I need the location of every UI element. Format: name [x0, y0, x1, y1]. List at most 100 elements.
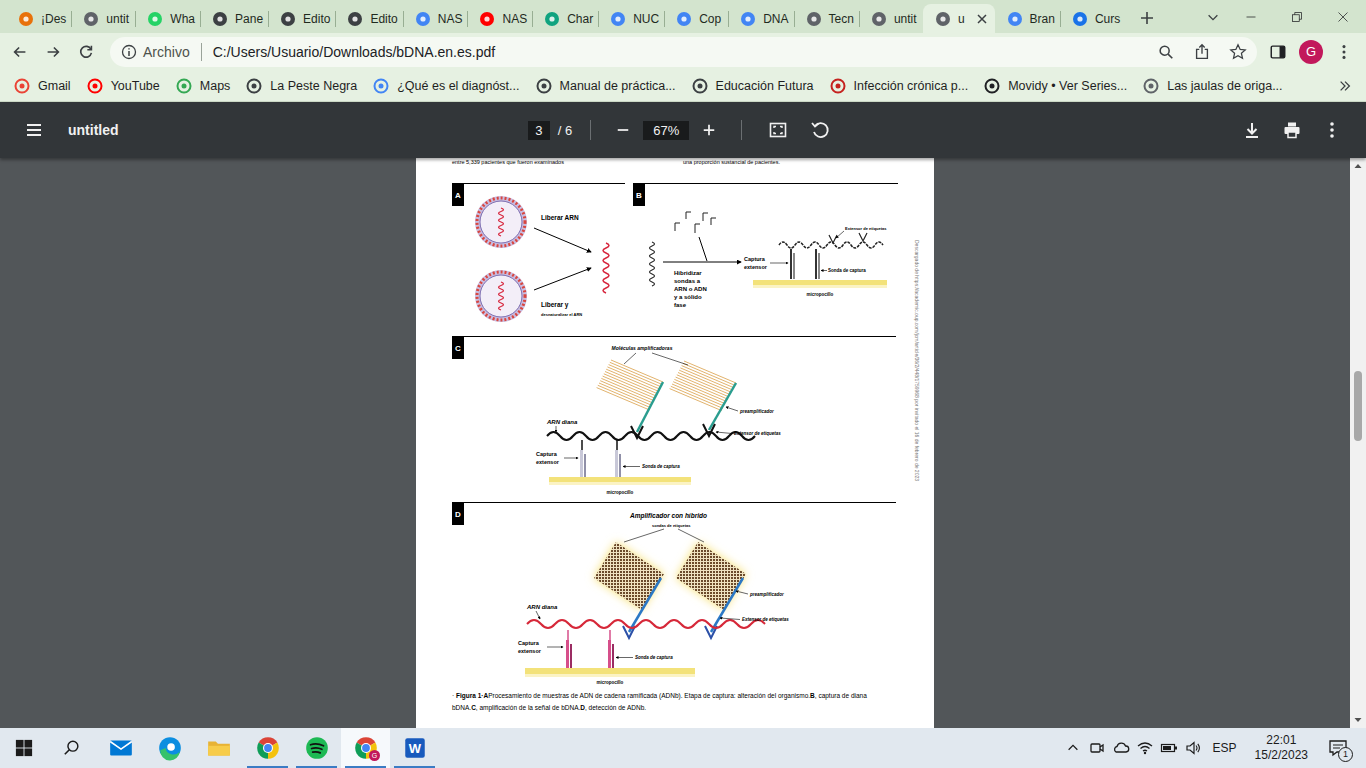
- zoom-out-button[interactable]: [609, 116, 637, 144]
- taskbar-app[interactable]: [292, 728, 341, 768]
- bookmark[interactable]: Educación Futura: [684, 74, 822, 98]
- favicon-icon: [147, 11, 163, 27]
- amplifier-strand: [673, 382, 725, 404]
- more-actions-button[interactable]: [1314, 112, 1350, 148]
- document-title: untitled: [68, 122, 119, 138]
- input-language[interactable]: ESP: [1205, 741, 1247, 755]
- browser-tab[interactable]: u: [923, 4, 995, 33]
- tab-label: NAS: [502, 12, 527, 26]
- browser-tab[interactable]: Pane: [200, 4, 268, 33]
- reload-button[interactable]: [70, 36, 102, 68]
- sidebar-toggle-button[interactable]: [16, 112, 52, 148]
- address-bar[interactable]: Archivo C:/Users/Usuario/Downloads/bDNA.…: [110, 37, 1257, 67]
- start-button[interactable]: [0, 728, 48, 768]
- close-icon[interactable]: [974, 11, 990, 27]
- browser-tab[interactable]: ¡Des: [6, 4, 71, 33]
- tab-search-button[interactable]: [1198, 2, 1228, 32]
- target-rna: [527, 620, 765, 628]
- amplifier-strand: [605, 372, 657, 394]
- capture-extender: [581, 440, 583, 450]
- bookmark[interactable]: La Peste Negra: [238, 74, 365, 98]
- url-text[interactable]: C:/Users/Usuario/Downloads/bDNA.en.es.pd…: [213, 44, 1145, 60]
- taskbar-app[interactable]: G: [341, 728, 390, 768]
- browser-tab[interactable]: NAS: [403, 4, 468, 33]
- tab-label: untit: [894, 12, 917, 26]
- favicon-icon: [935, 11, 951, 27]
- restore-button[interactable]: [1274, 0, 1320, 33]
- bookmark[interactable]: Gmail: [6, 74, 79, 98]
- network-button[interactable]: [1133, 728, 1157, 768]
- probe: [711, 218, 716, 225]
- bookmark[interactable]: Movidy • Ver Series...: [976, 74, 1135, 98]
- taskbar-app[interactable]: W: [390, 728, 439, 768]
- browser-tab[interactable]: Cop: [664, 4, 728, 33]
- bookmark[interactable]: Maps: [168, 74, 239, 98]
- bookmark-star-button[interactable]: [1223, 38, 1253, 66]
- side-panel-button[interactable]: [1262, 36, 1294, 68]
- capture-probe: [612, 644, 614, 668]
- browser-tab[interactable]: Wha: [135, 4, 200, 33]
- favicon-icon: [740, 11, 756, 27]
- browser-tab[interactable]: NUC: [598, 4, 664, 33]
- action-center-button[interactable]: 1: [1320, 728, 1356, 768]
- page-number-input[interactable]: 3: [528, 121, 550, 140]
- browser-tab[interactable]: Bran: [995, 4, 1060, 33]
- print-button[interactable]: [1274, 112, 1310, 148]
- browser-tab[interactable]: Char: [532, 4, 598, 33]
- step-label: ARN o ADN: [674, 286, 707, 292]
- taskbar-app[interactable]: [96, 728, 145, 768]
- browser-tab[interactable]: untit: [859, 4, 923, 33]
- browser-tab[interactable]: untit: [71, 4, 135, 33]
- onedrive-button[interactable]: [1109, 728, 1133, 768]
- browser-tab[interactable]: Curs: [1060, 4, 1125, 33]
- scrollbar[interactable]: [1350, 158, 1366, 728]
- taskbar-app[interactable]: [243, 728, 292, 768]
- browser-tab[interactable]: NAS: [467, 4, 532, 33]
- more-bookmarks-button[interactable]: [1332, 73, 1358, 99]
- profile-button[interactable]: G: [1295, 36, 1327, 68]
- label-probes-label: sondas de etiquetas: [652, 523, 691, 528]
- download-button[interactable]: [1234, 112, 1270, 148]
- rotate-button[interactable]: [802, 112, 838, 148]
- taskbar-app[interactable]: [194, 728, 243, 768]
- bookmark[interactable]: ¿Qué es el diagnóst...: [365, 74, 527, 98]
- clock-date: 15/2/2023: [1255, 748, 1308, 763]
- close-window-button[interactable]: [1320, 0, 1366, 33]
- new-tab-button[interactable]: [1133, 4, 1161, 32]
- minimize-button[interactable]: [1228, 0, 1274, 33]
- bookmark-label: Educación Futura: [716, 79, 814, 93]
- scroll-thumb[interactable]: [1354, 371, 1362, 441]
- tab-label: Curs: [1095, 12, 1120, 26]
- bookmark[interactable]: Las jaulas de origa...: [1135, 74, 1290, 98]
- bookmark[interactable]: Manual de práctica...: [528, 74, 684, 98]
- bookmark[interactable]: Infección crónica p...: [822, 74, 977, 98]
- volume-button[interactable]: [1181, 728, 1205, 768]
- zoom-level-input[interactable]: 67%: [643, 121, 689, 140]
- meet-now-button[interactable]: [1085, 728, 1109, 768]
- browser-tab[interactable]: Edito: [335, 4, 402, 33]
- battery-button[interactable]: [1157, 728, 1181, 768]
- bookmark[interactable]: YouTube: [79, 74, 168, 98]
- search-button[interactable]: [48, 728, 96, 768]
- browser-tab[interactable]: Edito: [268, 4, 335, 33]
- fit-page-button[interactable]: [760, 112, 796, 148]
- chrome-icon: [255, 735, 281, 761]
- show-hidden-icons-button[interactable]: [1061, 728, 1085, 768]
- menu-button[interactable]: [1328, 36, 1360, 68]
- scroll-down-icon[interactable]: [1350, 712, 1366, 728]
- scroll-track[interactable]: [1350, 174, 1366, 712]
- scroll-up-icon[interactable]: [1350, 158, 1366, 174]
- forward-button[interactable]: [37, 36, 69, 68]
- share-button[interactable]: [1187, 38, 1217, 66]
- browser-tab[interactable]: Tecn: [794, 4, 859, 33]
- microwell-label: micropocillo: [597, 680, 624, 685]
- find-button[interactable]: [1151, 38, 1181, 66]
- capture-extender: [818, 253, 820, 279]
- browser-tab[interactable]: DNA: [728, 4, 793, 33]
- tab-label: Char: [567, 12, 593, 26]
- back-button[interactable]: [4, 36, 36, 68]
- info-icon[interactable]: [121, 44, 137, 60]
- clock[interactable]: 22:01 15/2/2023: [1247, 733, 1316, 763]
- taskbar-app[interactable]: [145, 728, 194, 768]
- zoom-in-button[interactable]: [695, 116, 723, 144]
